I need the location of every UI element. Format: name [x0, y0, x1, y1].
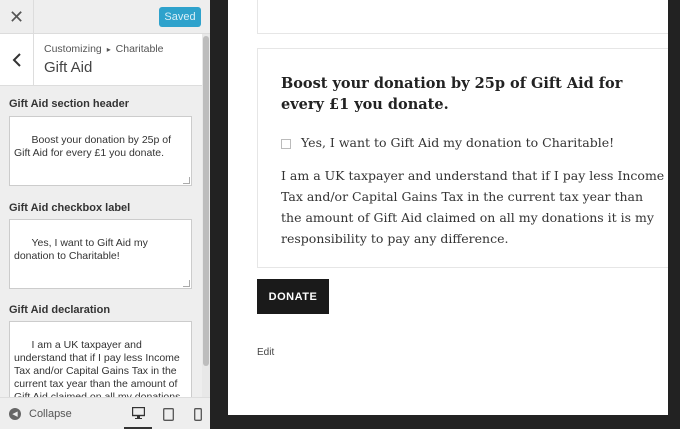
tablet-preview-button[interactable] [154, 398, 182, 429]
collapse-button[interactable]: ◀ Collapse [9, 398, 72, 429]
mobile-preview-button[interactable] [184, 398, 212, 429]
declaration-textarea[interactable]: I am a UK taxpayer and understand that i… [9, 321, 192, 397]
checkbox-label-textarea-value: Yes, I want to Gift Aid my donation to C… [14, 237, 151, 262]
breadcrumb-parent: Customizing [44, 43, 102, 55]
close-icon: ✕ [8, 6, 25, 27]
declaration-control-label: Gift Aid declaration [9, 304, 111, 316]
back-button[interactable] [0, 34, 34, 86]
breadcrumb: Customizing ▸ Charitable [44, 43, 164, 55]
scrollbar-thumb[interactable] [203, 36, 209, 366]
desktop-preview-button[interactable] [124, 398, 152, 429]
gift-aid-checkbox[interactable] [281, 139, 291, 149]
preview-edge [668, 0, 680, 429]
gift-aid-declaration: I am a UK taxpayer and understand that i… [281, 168, 665, 246]
saved-button[interactable]: Saved [159, 7, 201, 27]
resize-handle[interactable] [183, 280, 190, 287]
customizer-topbar: ✕ Saved [0, 0, 210, 34]
collapse-icon: ◀ [9, 408, 21, 420]
chevron-left-icon [12, 53, 21, 67]
checkbox-control-label: Gift Aid checkbox label [9, 202, 131, 214]
header-textarea-value: Boost your donation by 25p of Gift Aid f… [14, 134, 174, 159]
declaration-textarea-value: I am a UK taxpayer and understand that i… [14, 339, 181, 397]
customizer-sidebar: ✕ Saved Customizing ▸ Charitable Gift Ai… [0, 0, 210, 429]
breadcrumb-child: Charitable [115, 43, 164, 55]
controls-panel: Gift Aid section header Boost your donat… [0, 86, 202, 397]
edit-link[interactable]: Edit [257, 347, 274, 358]
caret-right-icon: ▸ [106, 45, 111, 54]
previous-form-section [257, 0, 672, 34]
section-header: Customizing ▸ Charitable Gift Aid [0, 34, 210, 86]
donate-button[interactable]: DONATE [257, 279, 329, 314]
gift-aid-box: Boost your donation by 25p of Gift Aid f… [257, 48, 672, 268]
customizer-footer: ◀ Collapse [0, 397, 210, 429]
checkbox-label-textarea[interactable]: Yes, I want to Gift Aid my donation to C… [9, 219, 192, 289]
mobile-icon [194, 407, 202, 421]
resize-handle[interactable] [183, 177, 190, 184]
header-textarea[interactable]: Boost your donation by 25p of Gift Aid f… [9, 116, 192, 186]
site-preview: Boost your donation by 25p of Gift Aid f… [228, 0, 680, 415]
gift-aid-header: Boost your donation by 25p of Gift Aid f… [281, 75, 623, 113]
close-button[interactable]: ✕ [0, 0, 34, 34]
collapse-label: Collapse [29, 408, 72, 420]
gift-aid-checkbox-label[interactable]: Yes, I want to Gift Aid my donation to C… [301, 135, 614, 150]
desktop-icon [131, 406, 145, 419]
section-title: Gift Aid [44, 59, 93, 76]
sidebar-scrollbar[interactable] [202, 34, 210, 397]
tablet-icon [162, 407, 174, 421]
header-control-label: Gift Aid section header [9, 98, 130, 110]
